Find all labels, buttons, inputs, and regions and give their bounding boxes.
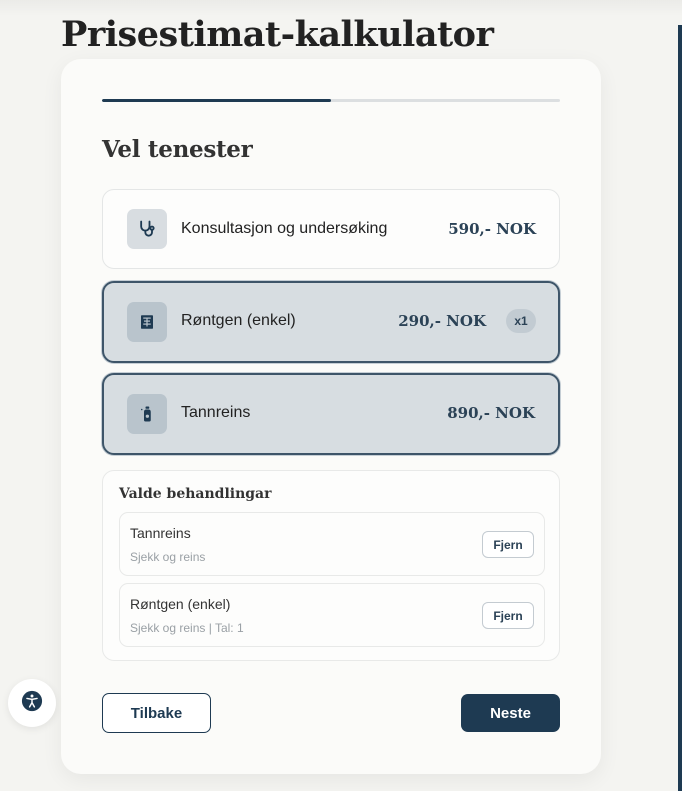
progress-bar: [102, 99, 560, 102]
remove-button[interactable]: Fjern: [482, 602, 534, 629]
service-price: 590,- NOK: [448, 220, 536, 238]
service-label: Røntgen (enkel): [181, 312, 296, 329]
quantity-badge: x1: [506, 309, 536, 333]
service-card-konsultasjon[interactable]: Konsultasjon og undersøking 590,- NOK: [102, 189, 560, 269]
progress-bar-fill: [102, 99, 331, 102]
service-label: Tannreins: [181, 404, 251, 421]
stethoscope-icon: [127, 209, 167, 249]
service-price: 890,- NOK: [447, 404, 535, 422]
accessibility-icon: [21, 690, 43, 717]
cleaning-bottle-icon: [127, 394, 167, 434]
service-price: 290,- NOK: [398, 312, 486, 330]
page-title: Prisestimat-kalkulator: [61, 14, 494, 55]
back-button[interactable]: Tilbake: [102, 693, 211, 733]
accessibility-button[interactable]: [8, 679, 56, 727]
right-edge-scrollbar[interactable]: [678, 25, 682, 791]
chosen-item-details: Sjekk og reins | Tal: 1: [130, 621, 244, 635]
chosen-item: Tannreins Sjekk og reins Fjern: [119, 512, 545, 576]
section-title: Vel tenester: [102, 136, 253, 163]
next-button[interactable]: Neste: [461, 694, 560, 732]
chosen-item-name: Røntgen (enkel): [130, 596, 231, 612]
chosen-treatments-panel: Valde behandlingar Tannreins Sjekk og re…: [102, 470, 560, 661]
service-card-rontgen[interactable]: Røntgen (enkel) 290,- NOK x1: [102, 281, 560, 363]
calculator-card: Vel tenester Konsultasjon og undersøking…: [61, 59, 601, 774]
service-card-tannreins[interactable]: Tannreins 890,- NOK: [102, 373, 560, 455]
chosen-treatments-title: Valde behandlingar: [119, 486, 272, 502]
remove-button[interactable]: Fjern: [482, 531, 534, 558]
chosen-item-details: Sjekk og reins: [130, 550, 206, 564]
chosen-item: Røntgen (enkel) Sjekk og reins | Tal: 1 …: [119, 583, 545, 647]
chosen-item-name: Tannreins: [130, 525, 191, 541]
service-label: Konsultasjon og undersøking: [181, 220, 388, 237]
xray-icon: [127, 302, 167, 342]
